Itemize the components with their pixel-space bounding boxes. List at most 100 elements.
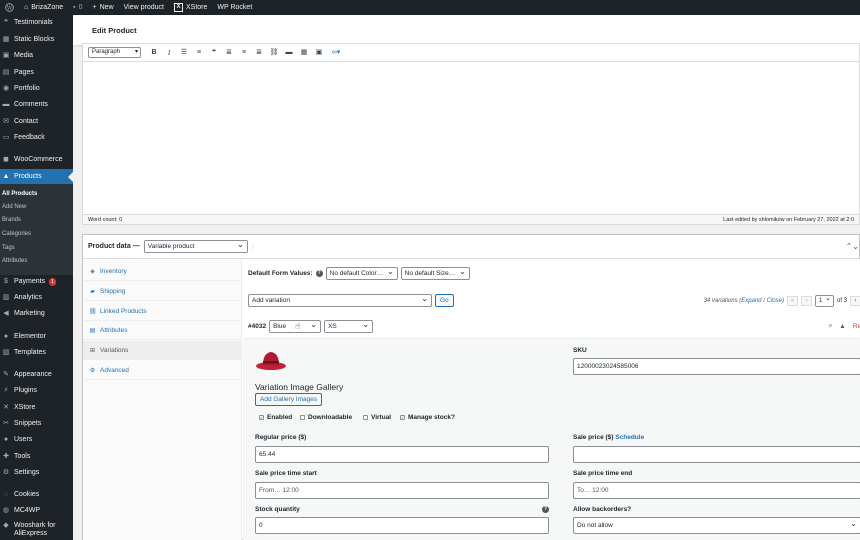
product-type-select[interactable]: Variable product	[143, 240, 248, 253]
sidebar-item-snippets[interactable]: ✂ Snippets	[0, 416, 73, 431]
sidebar-item-testimonials[interactable]: ❝ Testimonials	[0, 15, 73, 30]
product-data-header: Product data — Variable product | ⌃⌄	[83, 235, 859, 259]
tab-advanced[interactable]: ⚙ Advanced	[83, 361, 242, 380]
sidebar-item-cookies[interactable]: ◌ Cookies	[0, 487, 73, 502]
collapse-toggle-icon[interactable]: ⌃⌄	[846, 242, 859, 251]
go-button[interactable]: Go	[435, 294, 454, 307]
expand-link[interactable]: Expand	[741, 298, 761, 304]
tab-variations[interactable]: ⊞ Variations	[83, 341, 242, 360]
sale-end-input[interactable]: To… 12:00	[573, 482, 860, 499]
sidebar-item-static-blocks[interactable]: ▦ Static Blocks	[0, 32, 73, 47]
xstore-link[interactable]: X XStore	[169, 0, 212, 15]
view-product-link[interactable]: View product	[119, 0, 169, 15]
link-icon[interactable]: ⛓	[268, 47, 280, 59]
align-center-icon[interactable]: ≡	[238, 47, 250, 59]
sidebar-item-marketing[interactable]: ◀ Marketing	[0, 306, 73, 321]
virtual-checkbox[interactable]: Virtual	[363, 414, 391, 421]
site-name: BrizaZone	[31, 4, 64, 11]
sale-start-input[interactable]: From… 12:00	[255, 482, 549, 499]
bullet-list-icon[interactable]: ☰	[178, 47, 190, 59]
schedule-link[interactable]: Schedule	[615, 434, 644, 441]
tab-attributes[interactable]: ▤ Attributes	[83, 321, 242, 340]
close-link[interactable]: Close	[767, 298, 782, 304]
sidebar-item-contact[interactable]: ✉ Contact	[0, 114, 73, 129]
default-color-select[interactable]: No default Color…	[325, 267, 398, 280]
drag-handle-icon[interactable]: ≡	[828, 323, 832, 330]
toggle-arrow-icon[interactable]: ▲	[839, 323, 845, 330]
read-more-icon[interactable]: ▬	[283, 47, 295, 59]
sidebar-item-xstore[interactable]: ✕ XStore	[0, 400, 73, 415]
fullscreen-icon[interactable]: ▣	[313, 47, 325, 59]
add-gallery-images-button[interactable]: Add Gallery Images	[255, 393, 323, 406]
enabled-checkbox[interactable]: ✓ Enabled	[259, 414, 292, 421]
submenu-all-products[interactable]: All Products	[2, 191, 37, 197]
sidebar-item-users[interactable]: ● Users	[0, 432, 73, 447]
sidebar-item-woocommerce[interactable]: ◼ WooCommerce	[0, 152, 73, 167]
sidebar-item-elementor[interactable]: ● Elementor	[0, 329, 73, 344]
variation-size-select[interactable]: XS	[324, 320, 374, 333]
manage-stock-checkbox[interactable]: ✓ Manage stock?	[400, 414, 455, 421]
bold-icon[interactable]: B	[148, 47, 160, 59]
page-select[interactable]: 1	[814, 294, 834, 307]
format-select[interactable]: Paragraph	[88, 47, 141, 58]
sidebar-item-templates[interactable]: ▧ Templates	[0, 345, 73, 360]
downloadable-checkbox[interactable]: Downloadable	[300, 414, 352, 421]
remove-variation-link[interactable]: Re	[853, 323, 860, 330]
add-variation-select[interactable]: Add variation	[248, 294, 432, 307]
stock-quantity-input[interactable]: 0	[255, 517, 549, 534]
feedback-icon: ▭	[2, 133, 10, 141]
numbered-list-icon[interactable]: ≡	[193, 47, 205, 59]
backorders-select[interactable]: Do not allow	[573, 517, 860, 534]
submenu-categories[interactable]: Categories	[2, 231, 31, 237]
sidebar-item-media[interactable]: ▣ Media	[0, 48, 73, 63]
sku-input[interactable]: 12000023024585006	[573, 358, 860, 375]
regular-price-input[interactable]: 65.44	[255, 446, 549, 463]
variation-header[interactable]: #4032 Blue XS	[248, 320, 374, 333]
submenu-add-new[interactable]: Add New	[2, 204, 26, 210]
sidebar-item-payments[interactable]: $ Payments 1	[0, 274, 73, 289]
sidebar-item-mc4wp[interactable]: ◍ MC4WP	[0, 503, 73, 518]
prev-page-icon[interactable]: ‹	[800, 296, 812, 306]
variations-icon: ⊞	[89, 347, 96, 354]
comments-link[interactable]: ▪ 0	[68, 0, 87, 15]
sidebar-item-settings[interactable]: ⚙ Settings	[0, 465, 73, 480]
stock-help-icon[interactable]: ?	[542, 506, 549, 513]
next-page-icon[interactable]: ›	[850, 296, 860, 306]
infinity-dropdown-icon[interactable]: ∞▾	[328, 47, 344, 59]
submenu-brands[interactable]: Brands	[2, 217, 21, 223]
sidebar-item-portfolio[interactable]: ◉ Portfolio	[0, 81, 73, 96]
sidebar-item-wooshark[interactable]: ◆ Wooshark for AliExpress	[0, 522, 73, 540]
align-left-icon[interactable]: ≣	[223, 47, 235, 59]
default-size-select[interactable]: No default Size…	[400, 267, 470, 280]
blockquote-icon[interactable]: ❝	[208, 47, 220, 59]
tab-shipping[interactable]: ▰ Shipping	[83, 282, 242, 301]
sale-price-input[interactable]	[573, 446, 860, 463]
help-icon[interactable]: ?	[315, 270, 323, 277]
woo-icon: ◼	[3, 155, 9, 163]
submenu-attributes[interactable]: Attributes	[2, 258, 27, 264]
sidebar-item-feedback[interactable]: ▭ Feedback	[0, 130, 73, 145]
sidebar-item-appearance[interactable]: ✎ Appearance	[0, 367, 73, 382]
wordpress-logo[interactable]: W	[0, 0, 19, 15]
variation-image[interactable]	[255, 349, 287, 371]
tab-inventory[interactable]: ◈ Inventory	[83, 262, 242, 281]
wp-rocket-link[interactable]: WP Rocket	[212, 0, 257, 15]
align-right-icon[interactable]: ≣	[253, 47, 265, 59]
tab-linked-products[interactable]: ⛓ Linked Products	[83, 302, 242, 321]
new-content-link[interactable]: + New	[88, 0, 119, 15]
sidebar-item-analytics[interactable]: ▥ Analytics	[0, 290, 73, 305]
users-icon: ●	[3, 435, 9, 443]
sidebar-item-comments[interactable]: ▬ Comments	[0, 97, 73, 112]
toolbar-toggle-icon[interactable]: ▦	[298, 47, 310, 59]
submenu-tags[interactable]: Tags	[2, 245, 15, 251]
settings-icon: ⚙	[2, 468, 10, 476]
sidebar-item-pages[interactable]: ▤ Pages	[0, 65, 73, 80]
site-name-link[interactable]: ⌂ BrizaZone	[19, 0, 68, 15]
italic-icon[interactable]: I	[163, 47, 175, 59]
sku-label: SKU	[573, 347, 587, 354]
sidebar-item-products[interactable]: ▲ Products	[0, 169, 73, 184]
first-page-icon[interactable]: «	[786, 296, 798, 306]
sidebar-item-tools[interactable]: ✚ Tools	[0, 449, 73, 464]
sidebar-item-plugins[interactable]: ⚡ Plugins	[0, 383, 73, 398]
media-icon: ▣	[2, 51, 10, 59]
